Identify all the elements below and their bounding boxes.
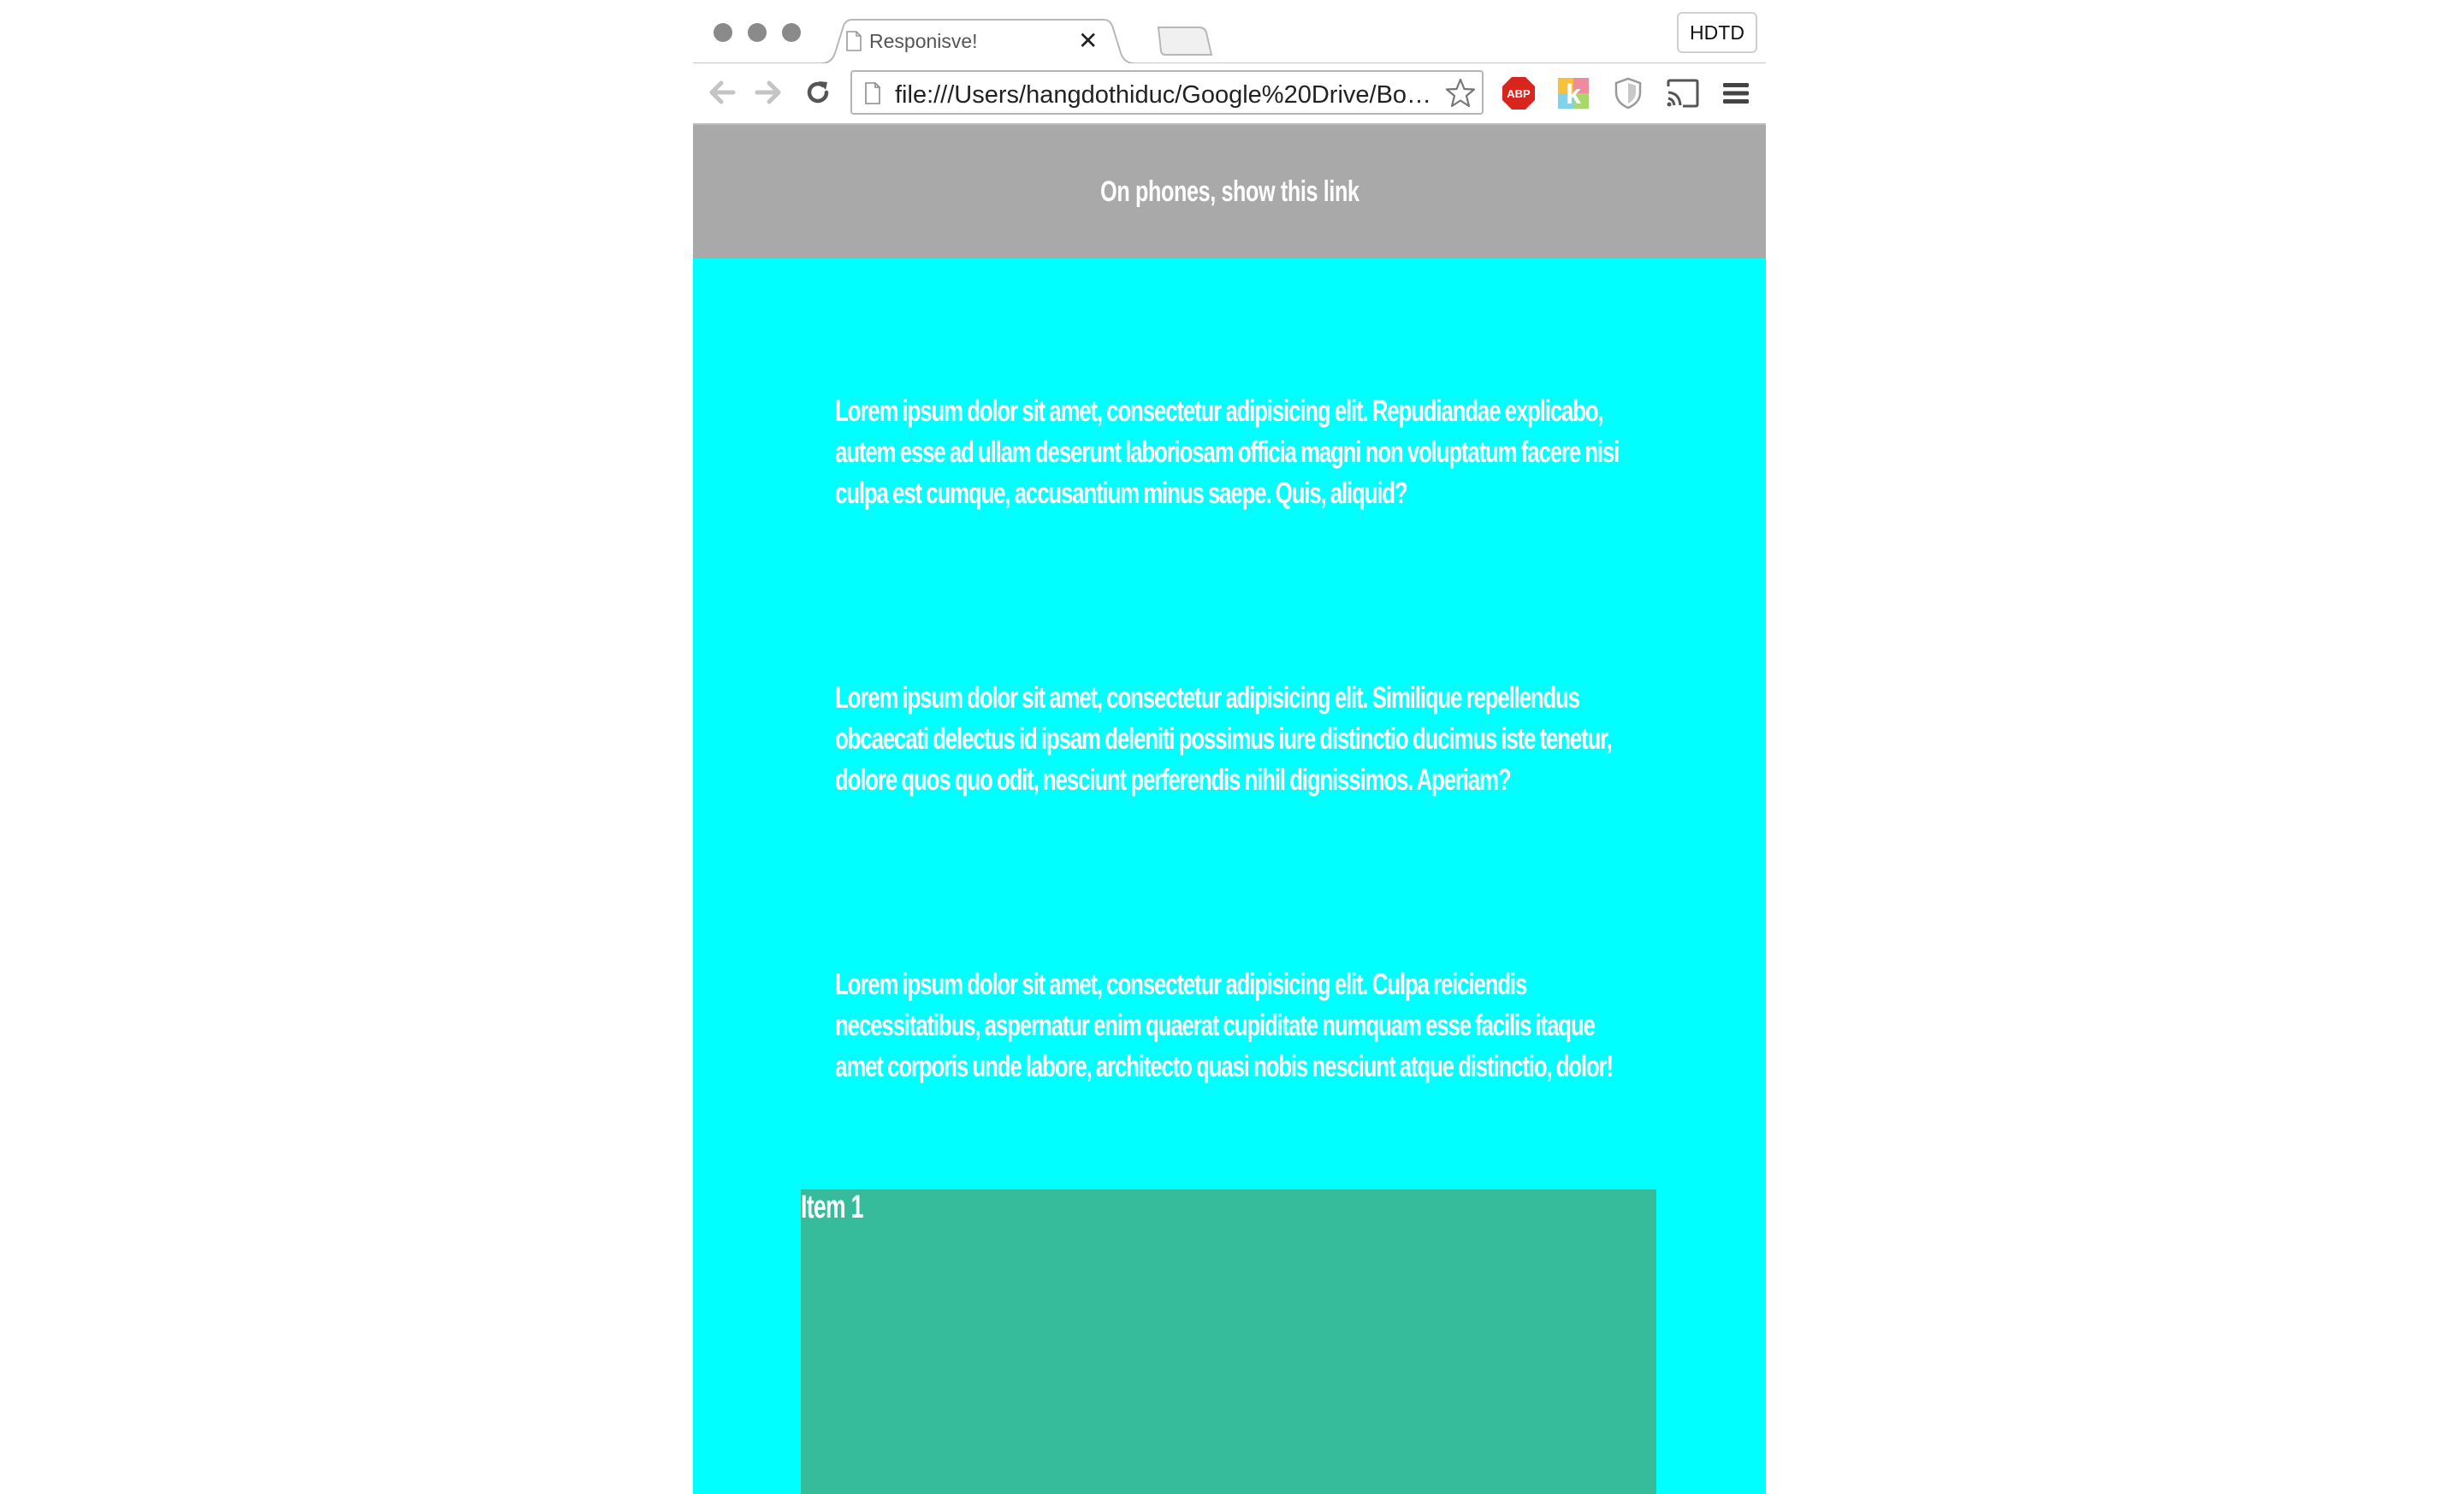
tab-responsive[interactable]: Responisve! ✕ [821, 19, 1134, 64]
url-text: file:///Users/hangdothiduc/Google%20Driv… [895, 81, 1432, 109]
item-label: Item 1 [801, 1189, 863, 1225]
kippt-label: k [1566, 79, 1581, 109]
back-arrow-icon [709, 80, 736, 104]
paragraph-text: Lorem ipsum dolor sit amet, consectetur … [835, 394, 1620, 510]
page-icon [865, 82, 880, 104]
kippt-icon: k [1558, 78, 1589, 109]
cast-icon [1667, 79, 1699, 108]
close-window-button[interactable] [714, 23, 732, 42]
phone-link[interactable]: On phones, show this link [1100, 175, 1359, 209]
paragraph: Lorem ipsum dolor sit amet, consectetur … [835, 391, 1639, 514]
privacy-shield-button[interactable] [1610, 75, 1646, 111]
page-viewport: On phones, show this link Lorem ipsum do… [693, 125, 1766, 1494]
minimize-window-button[interactable] [748, 23, 767, 42]
adblock-plus-icon: ABP [1502, 77, 1535, 110]
paragraph: Lorem ipsum dolor sit amet, consectetur … [835, 678, 1639, 801]
tab-close-icon[interactable]: ✕ [1078, 27, 1098, 55]
paragraph-text: Lorem ipsum dolor sit amet, consectetur … [835, 968, 1614, 1083]
item-box: Item 1 [801, 1189, 1656, 1494]
cast-button[interactable] [1665, 75, 1701, 111]
tab-strip: Responisve! ✕ HDTD [693, 0, 1766, 64]
browser-toolbar: file:///Users/hangdothiduc/Google%20Driv… [693, 63, 1766, 125]
reload-icon [807, 81, 829, 104]
new-tab-button[interactable] [1155, 26, 1215, 56]
bookmark-star-icon[interactable] [1444, 77, 1477, 110]
reload-button[interactable] [801, 75, 835, 110]
profile-button[interactable]: HDTD [1677, 12, 1757, 53]
paragraph: Lorem ipsum dolor sit amet, consectetur … [835, 964, 1639, 1088]
page-icon [846, 31, 862, 51]
menu-icon [1723, 83, 1749, 104]
address-bar[interactable]: file:///Users/hangdothiduc/Google%20Driv… [850, 70, 1484, 115]
shield-icon [1614, 77, 1642, 110]
header-bar: On phones, show this link [693, 125, 1766, 258]
kippt-button[interactable]: k [1555, 75, 1591, 111]
chrome-menu-button[interactable] [1718, 75, 1754, 111]
tab-title: Responisve! [869, 30, 978, 52]
forward-arrow-icon [755, 80, 781, 104]
browser-window: Responisve! ✕ HDTD file:///Users/hangdot… [693, 0, 1766, 1494]
forward-button[interactable] [751, 75, 785, 110]
paragraph-text: Lorem ipsum dolor sit amet, consectetur … [835, 681, 1613, 797]
adblock-plus-button[interactable]: ABP [1501, 75, 1537, 111]
adblock-label: ABP [1507, 87, 1531, 100]
back-button[interactable] [705, 75, 739, 110]
zoom-window-button[interactable] [782, 23, 801, 42]
